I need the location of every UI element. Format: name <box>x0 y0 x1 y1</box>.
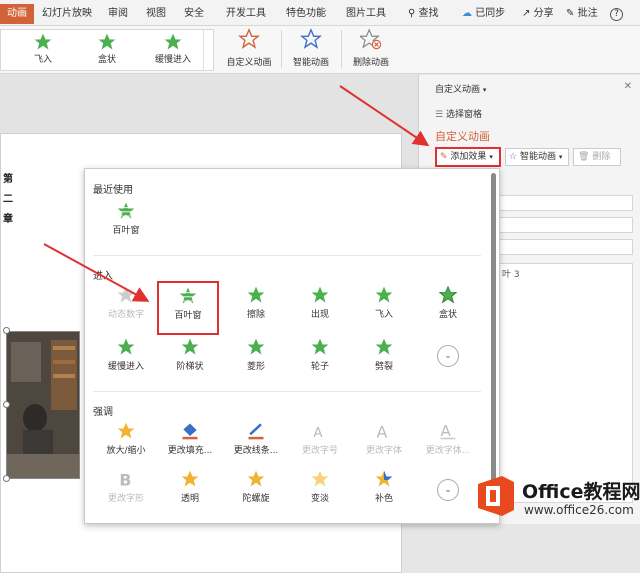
arrow-to-blinds <box>43 243 150 302</box>
site-watermark: Office教程网 www.office26.com <box>474 471 640 524</box>
watermark-brand: Office教程网 <box>522 481 640 503</box>
office-logo-icon <box>478 476 514 516</box>
watermark-url: www.office26.com <box>524 503 634 517</box>
arrow-to-add-effect <box>339 85 430 147</box>
annotation-arrows <box>43 85 430 302</box>
